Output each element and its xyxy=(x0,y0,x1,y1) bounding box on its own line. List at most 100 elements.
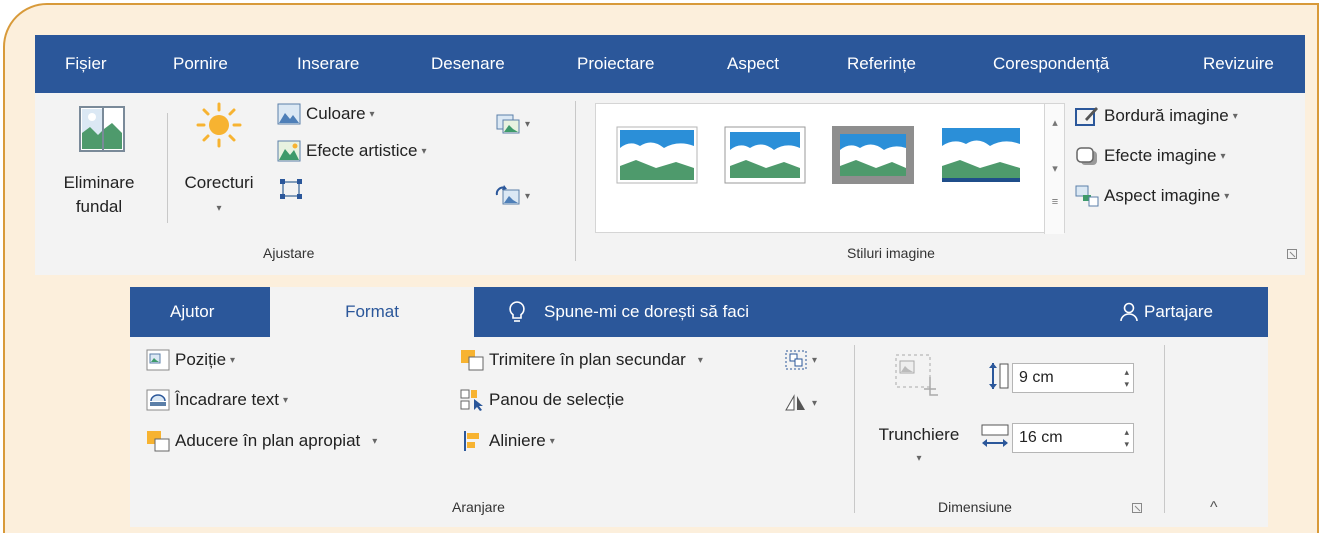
position-caret: ▾ xyxy=(230,354,236,366)
align-icon xyxy=(464,431,479,451)
group-label-picture-styles: Stiluri imagine xyxy=(847,245,935,261)
gallery-more-icon[interactable]: ≡ xyxy=(1045,196,1065,208)
share-button[interactable]: Partajare xyxy=(1120,287,1213,337)
picture-layout-button[interactable]: Aspect imagine ▾ xyxy=(1075,185,1229,207)
ribbon-tab-bar: Fișier Pornire Inserare Desenare Proiect… xyxy=(35,35,1305,93)
style-thumbnail[interactable] xyxy=(832,126,914,184)
send-backward-label: Trimitere în plan secundar xyxy=(489,350,686,369)
align-caret: ▾ xyxy=(549,435,555,447)
collapse-ribbon-icon[interactable]: ^ xyxy=(1210,499,1218,517)
gallery-scroll-up-icon[interactable]: ▴ xyxy=(1045,116,1065,129)
crop-label: Trunchiere xyxy=(878,425,960,444)
tab-file[interactable]: Fișier xyxy=(65,35,107,93)
picture-border-button[interactable]: Bordură imagine ▾ xyxy=(1075,105,1238,127)
picture-effects-caret: ▾ xyxy=(1220,150,1226,162)
group-objects-button[interactable]: ▾ xyxy=(784,349,817,371)
corrections-button[interactable]: Corecturi ▾ xyxy=(173,93,265,243)
color-icon xyxy=(277,103,301,125)
tab-references[interactable]: Referințe xyxy=(847,35,916,93)
tell-me-label: Spune-mi ce dorești să faci xyxy=(544,302,750,321)
picture-layout-caret: ▾ xyxy=(1224,190,1230,202)
tab-mailings[interactable]: Corespondență xyxy=(993,35,1109,93)
transparency-button[interactable] xyxy=(279,178,303,200)
group-label-adjust: Ajustare xyxy=(263,245,315,261)
wrap-text-button[interactable]: Încadrare text ▾ xyxy=(146,389,288,411)
dialog-launcher-icon[interactable] xyxy=(1287,249,1297,259)
position-label: Poziție xyxy=(175,350,227,369)
gallery-scroll-down-icon[interactable]: ▾ xyxy=(1045,162,1065,175)
compress-icon xyxy=(496,114,520,134)
selection-pane-button[interactable]: Panou de selecție xyxy=(460,389,624,411)
artistic-effects-label: Efecte artistice xyxy=(306,141,418,160)
picture-styles-gallery[interactable]: ▴ ▾ ≡ xyxy=(595,103,1065,234)
share-label: Partajare xyxy=(1144,302,1213,321)
selection-pane-label: Panou de selecție xyxy=(489,390,625,409)
rotate-caret: ▾ xyxy=(812,397,818,409)
remove-background-label-line2: fundal xyxy=(75,197,123,216)
crop-caret: ▾ xyxy=(916,453,922,464)
bring-forward-caret: ▾ xyxy=(372,435,378,447)
picture-effects-button[interactable]: Efecte imagine ▾ xyxy=(1075,145,1225,167)
tab-design[interactable]: Proiectare xyxy=(577,35,654,93)
artistic-effects-button[interactable]: Efecte artistice ▾ xyxy=(277,140,427,162)
color-caret: ▾ xyxy=(369,108,375,120)
color-button[interactable]: Culoare ▾ xyxy=(277,103,375,125)
change-picture-button[interactable]: ▾ xyxy=(495,185,530,207)
tab-insert[interactable]: Inserare xyxy=(297,35,359,93)
tab-review[interactable]: Revizuire xyxy=(1203,35,1274,93)
remove-background-icon xyxy=(79,106,125,152)
change-picture-caret: ▾ xyxy=(525,190,531,202)
compress-pictures-button[interactable]: ▾ xyxy=(495,113,530,135)
bring-forward-icon xyxy=(147,431,170,452)
remove-background-button[interactable]: Eliminare fundal xyxy=(35,93,165,243)
compress-caret: ▾ xyxy=(525,118,531,130)
height-value: 9 cm xyxy=(1019,369,1054,386)
style-thumbnail[interactable] xyxy=(940,126,1022,184)
picture-effects-icon xyxy=(1076,147,1097,165)
ribbon-bottom-body: Poziție ▾ Încadrare text ▾ Aducere în plan… xyxy=(130,337,1268,527)
corrections-label: Corecturi xyxy=(184,173,254,192)
tab-draw[interactable]: Desenare xyxy=(431,35,505,93)
divider xyxy=(1164,345,1165,513)
width-icon xyxy=(981,424,1009,447)
crop-icon xyxy=(895,354,938,396)
wrap-text-label: Încadrare text xyxy=(175,390,279,409)
height-spinner[interactable]: ▴ ▾ xyxy=(1124,366,1129,390)
picture-border-caret: ▾ xyxy=(1232,110,1238,122)
width-spinner[interactable]: ▴ ▾ xyxy=(1124,426,1129,450)
artistic-effects-icon xyxy=(277,140,301,162)
rotate-icon xyxy=(785,394,805,411)
divider xyxy=(854,345,855,513)
picture-effects-label: Efecte imagine xyxy=(1104,146,1217,165)
divider xyxy=(167,113,168,223)
tab-help[interactable]: Ajutor xyxy=(170,287,214,337)
height-input[interactable]: 9 cm ▴ ▾ xyxy=(1012,363,1134,393)
ribbon-top-body: Eliminare fundal Corecturi ▾ Culoare ▾ E… xyxy=(35,93,1305,275)
tab-home[interactable]: Pornire xyxy=(173,35,228,93)
wrap-text-icon xyxy=(146,389,170,411)
align-button[interactable]: Aliniere ▾ xyxy=(460,430,555,452)
tab-layout[interactable]: Aspect xyxy=(727,35,779,93)
artistic-effects-caret: ▾ xyxy=(421,145,427,157)
rotate-button[interactable]: ▾ xyxy=(784,392,817,414)
tab-format[interactable]: Format xyxy=(270,287,474,337)
remove-background-label-line1: Eliminare xyxy=(63,173,135,192)
group-label-arrange: Aranjare xyxy=(452,499,505,515)
change-picture-icon xyxy=(495,185,520,205)
selection-pane-icon xyxy=(460,389,483,411)
dialog-launcher-icon[interactable] xyxy=(1132,503,1142,513)
send-backward-button[interactable]: Trimitere în plan secundar ▾ xyxy=(460,349,703,371)
sun-icon xyxy=(196,102,242,148)
bring-forward-button[interactable]: Aducere în plan apropiat ▾ xyxy=(146,430,377,452)
tell-me-box[interactable]: Spune-mi ce dorești să faci xyxy=(508,287,749,337)
align-label: Aliniere xyxy=(489,431,546,450)
wrap-text-caret: ▾ xyxy=(282,394,288,406)
style-thumbnail[interactable] xyxy=(616,126,698,184)
gallery-scrollbar[interactable]: ▴ ▾ ≡ xyxy=(1044,104,1064,234)
width-input[interactable]: 16 cm ▴ ▾ xyxy=(1012,423,1134,453)
send-backward-icon xyxy=(461,350,484,371)
crop-button[interactable]: Trunchiere ▾ xyxy=(866,337,972,487)
style-thumbnail[interactable] xyxy=(724,126,806,184)
position-button[interactable]: Poziție ▾ xyxy=(146,349,235,371)
ribbon-bottom: Ajutor Format Spune-mi ce dorești să fac… xyxy=(130,287,1268,527)
